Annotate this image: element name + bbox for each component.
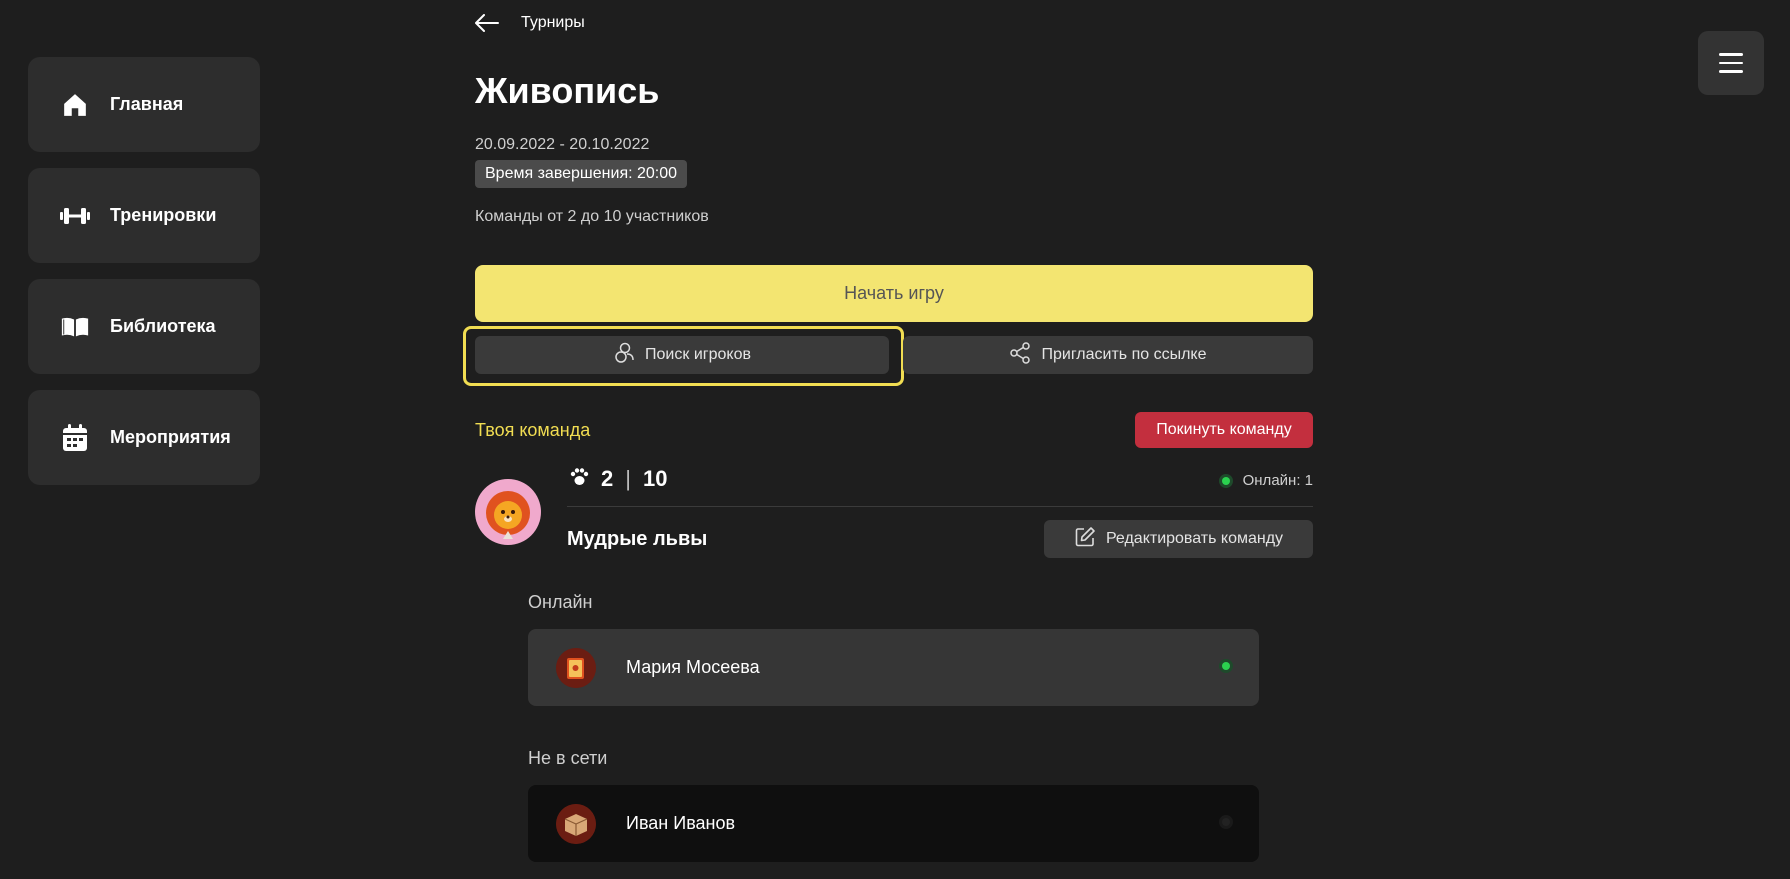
members-separator: | <box>625 466 631 491</box>
team-section-title: Твоя команда <box>475 420 591 440</box>
dumbbell-icon <box>60 201 90 231</box>
box-avatar-icon <box>556 803 596 844</box>
invite-link-label: Пригласить по ссылке <box>1041 346 1207 363</box>
breadcrumb: Турниры <box>475 12 585 34</box>
online-status-dot <box>1218 473 1233 488</box>
back-arrow-icon[interactable] <box>475 12 501 34</box>
sidebar-item-events[interactable]: Мероприятия <box>28 390 260 485</box>
home-icon <box>60 90 90 120</box>
sidebar-item-label: Мероприятия <box>110 427 231 447</box>
team-avatar <box>475 479 541 545</box>
sidebar-item-library[interactable]: Библиотека <box>28 279 260 374</box>
leave-team-button[interactable]: Покинуть команду <box>1135 412 1313 448</box>
calendar-icon <box>60 423 90 453</box>
hamburger-icon-line <box>1719 70 1743 73</box>
users-icon <box>613 342 635 369</box>
edit-team-button[interactable]: Редактировать команду <box>1044 520 1313 558</box>
book-icon <box>60 312 90 342</box>
sidebar-item-home[interactable]: Главная <box>28 57 260 152</box>
offline-status-dot <box>1219 815 1233 829</box>
breadcrumb-link[interactable]: Турниры <box>521 14 585 32</box>
members-count: 2 | 10 <box>569 466 667 492</box>
book-avatar-icon <box>556 647 596 688</box>
members-current: 2 <box>601 466 614 491</box>
sidebar-item-label: Главная <box>110 94 184 114</box>
sidebar-item-trainings[interactable]: Тренировки <box>28 168 260 263</box>
search-players-button[interactable]: Поиск игроков <box>475 336 889 374</box>
edit-team-label: Редактировать команду <box>1105 530 1284 547</box>
search-players-label: Поиск игроков <box>645 346 751 363</box>
sidebar-item-label: Тренировки <box>110 205 217 225</box>
team-size-info: Команды от 2 до 10 участников <box>475 208 709 225</box>
divider <box>567 506 1313 507</box>
online-status-dot <box>1219 659 1233 673</box>
page-title: Живопись <box>475 70 660 111</box>
menu-button[interactable] <box>1698 31 1764 95</box>
edit-icon <box>1074 526 1096 553</box>
member-card[interactable]: Мария Мосеева <box>528 629 1259 706</box>
invite-link-button[interactable]: Пригласить по ссылке <box>903 336 1313 374</box>
online-section-title: Онлайн <box>528 592 593 612</box>
lion-icon <box>486 491 530 539</box>
online-count-label: Онлайн: 1 <box>1242 472 1313 489</box>
members-max: 10 <box>642 466 668 491</box>
paw-icon <box>569 467 589 491</box>
hamburger-icon-line <box>1719 61 1743 65</box>
avatar <box>556 803 596 844</box>
start-game-button[interactable]: Начать игру <box>475 265 1313 322</box>
online-count: Онлайн: 1 <box>1218 472 1313 489</box>
tournament-dates: 20.09.2022 - 20.10.2022 <box>475 136 650 153</box>
member-card[interactable]: Иван Иванов <box>528 785 1259 862</box>
end-time-badge: Время завершения: 20:00 <box>475 160 688 188</box>
share-icon <box>1009 341 1031 369</box>
member-name: Мария Мосеева <box>626 657 760 677</box>
offline-section-title: Не в сети <box>528 748 608 768</box>
page: Главная Тренировки Библиотека Мероприяти… <box>0 0 1790 879</box>
avatar <box>556 647 596 688</box>
member-name: Иван Иванов <box>626 813 736 833</box>
team-name: Мудрые львы <box>567 528 708 550</box>
sidebar: Главная Тренировки Библиотека Мероприяти… <box>28 57 260 501</box>
sidebar-item-label: Библиотека <box>110 316 216 336</box>
hamburger-icon-line <box>1719 53 1743 56</box>
